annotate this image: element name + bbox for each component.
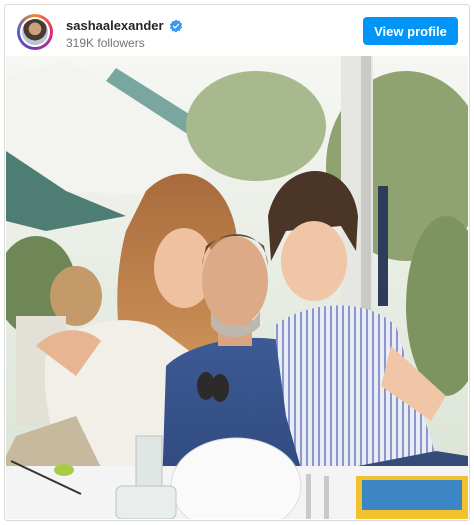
profile-avatar[interactable] [17, 14, 53, 50]
view-profile-button[interactable]: View profile [363, 17, 458, 45]
instagram-embed-card: sashaalexander 319K followers View profi… [4, 4, 470, 521]
post-photo[interactable] [6, 56, 468, 519]
verified-badge-icon [169, 18, 182, 33]
username-row: sashaalexander [66, 18, 183, 33]
follower-count: 319K followers [66, 36, 145, 50]
post-header: sashaalexander 319K followers View profi… [5, 5, 469, 55]
group-portrait-photo [6, 56, 468, 519]
avatar-image [20, 17, 50, 47]
username-link[interactable]: sashaalexander [66, 18, 164, 33]
